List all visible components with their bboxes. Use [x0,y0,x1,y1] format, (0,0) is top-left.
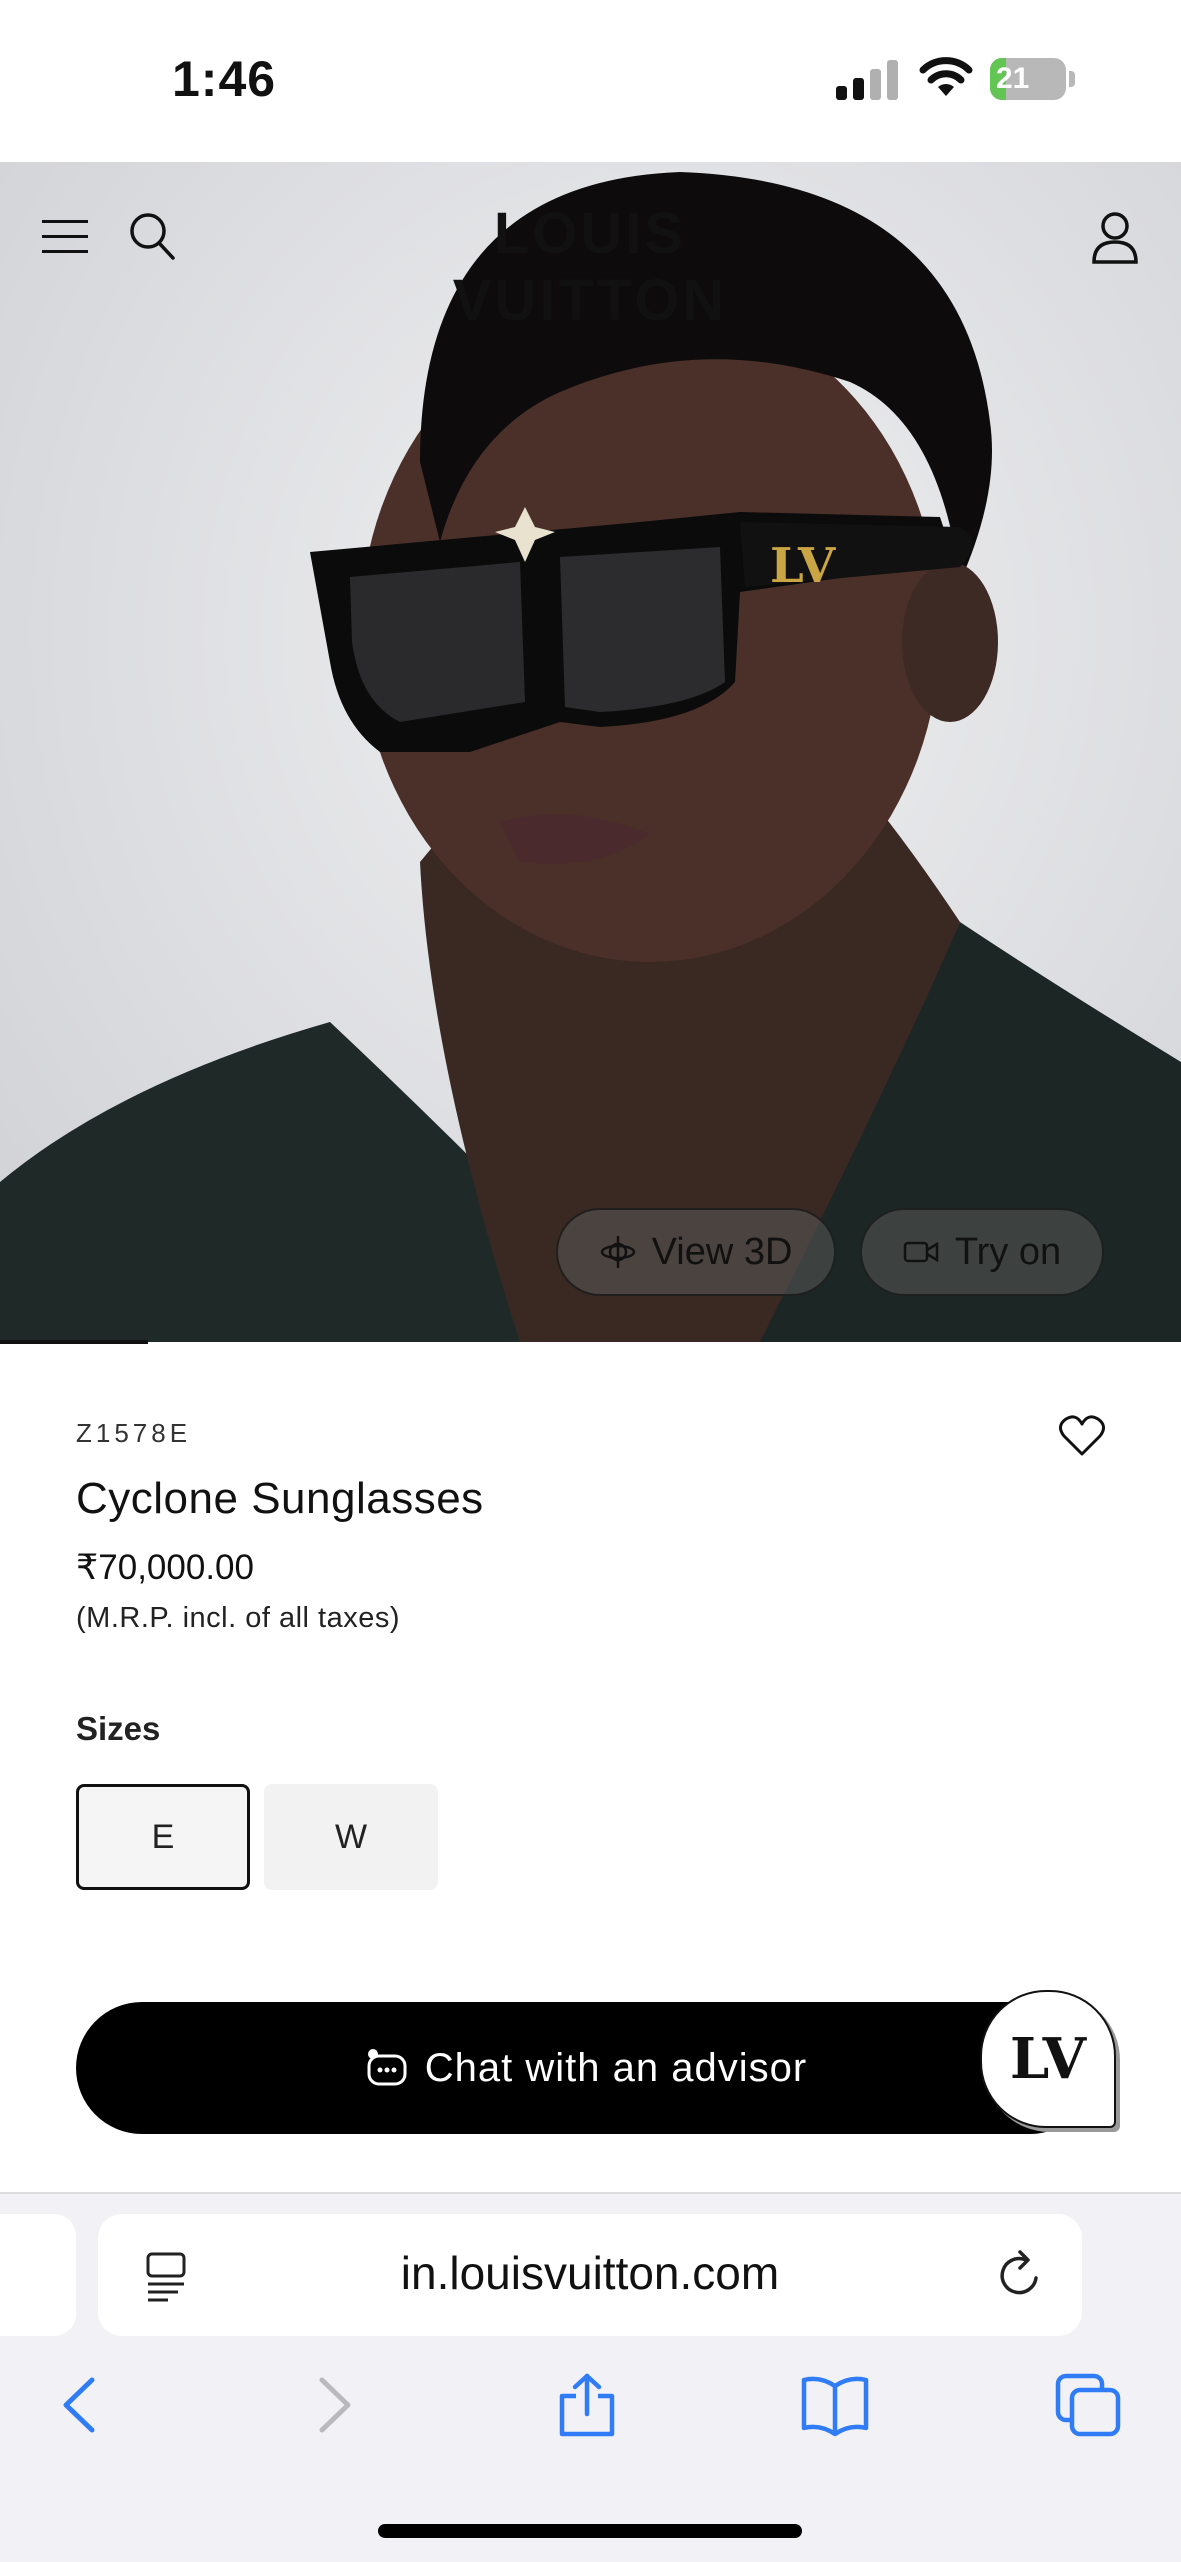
status-time: 1:46 [172,51,277,107]
bookmarks-icon[interactable] [800,2372,870,2438]
model-wearing-sunglasses-image: LV [0,172,1181,1342]
product-title: Cyclone Sunglasses [76,1474,484,1523]
try-on-label: Try on [954,1230,1062,1273]
cellular-signal-icon [836,60,898,100]
battery-icon: 21 [990,58,1076,100]
chat-with-advisor-button[interactable]: Chat with an advisor [76,2002,1096,2134]
size-label: W [334,1817,368,1856]
chat-label: Chat with an advisor [424,2045,808,2090]
price-note: (M.R.P. incl. of all taxes) [76,1602,401,1634]
try-on-button[interactable]: Try on [860,1208,1104,1296]
view-3d-label: View 3D [651,1230,793,1273]
size-option-e[interactable]: E [76,1784,250,1890]
battery-level: 21 [996,62,1030,95]
camera-icon [903,1241,939,1263]
wifi-icon [919,57,973,96]
size-label: E [151,1817,175,1856]
account-icon[interactable] [1090,210,1140,266]
home-indicator [378,2524,802,2538]
product-sku: Z1578E [76,1418,192,1448]
svg-text:LV: LV [770,538,836,594]
heart-icon[interactable] [1058,1414,1106,1458]
search-icon[interactable] [128,210,176,262]
previous-tab-peek[interactable] [0,2214,76,2336]
url-text[interactable]: in.louisvuitton.com [98,2246,1082,2300]
tabs-icon[interactable] [1054,2372,1122,2438]
view-3d-icon [600,1236,635,1268]
lv-chat-bubble[interactable]: LV [980,1990,1116,2128]
product-price: ₹70,000.00 [76,1548,254,1587]
menu-icon[interactable] [42,218,88,256]
product-hero-image[interactable]: LV [0,162,1181,1342]
view-3d-button[interactable]: View 3D [556,1208,836,1296]
status-bar: 1:46 21 [0,0,1181,162]
sizes-label: Sizes [76,1710,161,1747]
reload-icon[interactable] [996,2248,1044,2300]
size-option-w[interactable]: W [264,1784,438,1890]
lv-logo: LV [1009,2026,1087,2092]
back-icon[interactable] [58,2372,100,2438]
image-carousel-indicator [0,1340,148,1344]
share-icon[interactable] [556,2372,618,2438]
forward-icon [319,2377,351,2433]
chat-icon [367,2049,407,2086]
brand-logo[interactable]: LOUIS VUITTON [370,200,810,334]
